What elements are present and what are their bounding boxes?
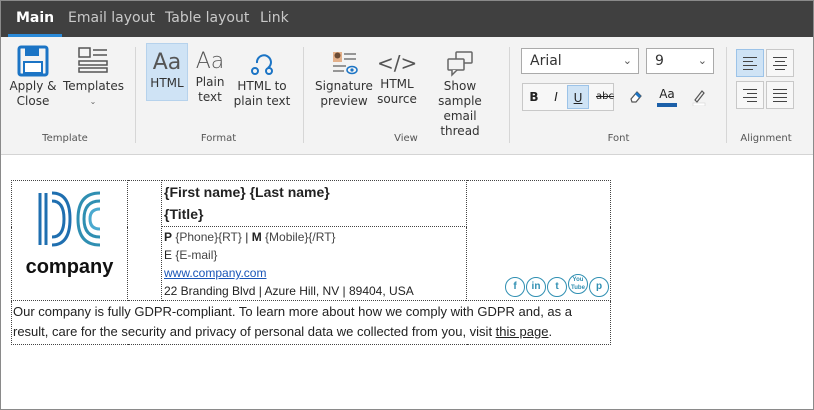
save-icon: [17, 45, 49, 77]
apply-close-label: Apply & Close: [9, 79, 57, 108]
html-to-plain-text-button[interactable]: HTML to plain text: [233, 49, 291, 109]
gdpr-text: Our company is fully GDPR-compliant. To …: [13, 304, 572, 339]
address-line: 22 Branding Blvd | Azure Hill, NV | 8940…: [164, 284, 414, 298]
plain-text-icon: Aa: [195, 49, 225, 74]
font-family-select[interactable]: Arial ⌄: [521, 48, 639, 74]
tab-link[interactable]: Link: [260, 1, 289, 37]
contact-cell: P {Phone}{RT} | M {Mobile}{/RT} E {E-mai…: [161, 226, 467, 301]
font-color-button[interactable]: Aa: [655, 85, 679, 109]
html-source-label: HTML source: [377, 77, 417, 106]
underline-button[interactable]: U: [567, 85, 589, 109]
font-size-select[interactable]: 9 ⌄: [646, 48, 714, 74]
tab-main[interactable]: Main: [7, 1, 63, 37]
signature-preview-icon: [333, 52, 358, 75]
gdpr-end: .: [548, 324, 553, 339]
twitter-icon[interactable]: t: [547, 277, 567, 297]
phone-value: {Phone}{RT}: [175, 230, 242, 244]
html-to-plain-text-label: HTML to plain text: [233, 79, 291, 108]
ribbon-separator: [135, 47, 136, 143]
website-link[interactable]: www.company.com: [164, 266, 266, 280]
align-center-button[interactable]: [766, 49, 794, 77]
facebook-icon[interactable]: f: [505, 277, 525, 297]
html-format-icon: Aa: [152, 50, 182, 75]
alignment-group-label: Alignment: [740, 133, 792, 144]
ribbon-separator: [726, 47, 727, 143]
align-justify-button[interactable]: [766, 81, 794, 109]
linkedin-icon[interactable]: in: [526, 277, 546, 297]
logo-wordmark: company: [25, 256, 114, 278]
phone-prefix: P: [164, 230, 173, 244]
bold-button[interactable]: B: [523, 85, 545, 109]
italic-button[interactable]: I: [545, 85, 567, 109]
youtube-icon[interactable]: You Tube: [568, 274, 588, 294]
tab-bar: Main Email layout Table layout Link: [1, 1, 813, 37]
align-right-button[interactable]: [736, 81, 764, 109]
pen-icon: [692, 90, 706, 107]
tab-email-layout[interactable]: Email layout: [68, 1, 155, 37]
font-color-swatch: [657, 103, 677, 107]
mobile-value: {Mobile}{/RT}: [265, 230, 336, 244]
social-cell: f in tYou Tube p: [466, 180, 611, 301]
templates-button[interactable]: Templates ⌄: [63, 45, 125, 109]
signature-preview-label: Signature preview: [315, 79, 373, 108]
gdpr-link[interactable]: this page: [496, 324, 549, 339]
email-value: {E-mail}: [175, 248, 218, 262]
signature-preview-button[interactable]: Signature preview: [315, 49, 373, 109]
ribbon-separator: [509, 47, 510, 143]
full-name: {First name} {Last name}: [164, 184, 330, 200]
font-size-value: 9: [655, 53, 664, 69]
font-group-label: Font: [607, 133, 630, 144]
pinterest-icon[interactable]: p: [589, 277, 609, 297]
phone-line: P {Phone}{RT} | M {Mobile}{/RT}: [162, 228, 466, 246]
mobile-prefix: M: [251, 230, 262, 244]
chat-bubbles-icon: [447, 51, 473, 77]
signature-table: company {First name} {Last name} {Title}…: [11, 180, 611, 345]
clear-format-button[interactable]: [625, 85, 647, 109]
view-group-label: View: [394, 133, 418, 144]
convert-icon: [251, 54, 273, 75]
eraser-icon: [630, 91, 642, 103]
plain-text-label: Plain text: [195, 75, 225, 104]
font-color-label: Aa: [659, 87, 675, 101]
templates-icon: [78, 47, 108, 73]
templates-label: Templates: [63, 79, 125, 93]
show-sample-thread-button[interactable]: Show sample email thread: [423, 49, 497, 139]
tab-table-layout[interactable]: Table layout: [165, 1, 249, 37]
html-source-button[interactable]: </> HTML source: [377, 49, 417, 107]
highlight-button[interactable]: [687, 85, 711, 109]
ribbon: Apply & Close Templates ⌄ Template Aa HT…: [1, 37, 813, 155]
plain-text-button[interactable]: Aa Plain text: [192, 49, 228, 105]
separator: |: [245, 230, 249, 244]
show-sample-thread-label: Show sample email thread: [438, 79, 482, 138]
email-prefix: E: [164, 248, 173, 262]
company-logo-icon: [38, 191, 100, 247]
chevron-down-icon: ⌄: [89, 97, 97, 106]
name-cell: {First name} {Last name} {Title}: [161, 180, 467, 227]
email-line: E {E-mail}: [162, 246, 466, 264]
ribbon-separator: [303, 47, 304, 143]
website-line: www.company.com: [162, 264, 466, 282]
gdpr-disclaimer: Our company is fully GDPR-compliant. To …: [11, 300, 611, 345]
spacer-cell: [127, 180, 162, 301]
template-group-label: Template: [42, 133, 88, 144]
font-family-value: Arial: [530, 53, 562, 69]
code-icon: </>: [377, 51, 418, 75]
apply-close-button[interactable]: Apply & Close: [9, 45, 57, 109]
html-format-button[interactable]: Aa HTML: [146, 43, 188, 101]
chevron-down-icon: ⌄: [697, 54, 707, 67]
strikethrough-button[interactable]: abc: [593, 85, 617, 109]
job-title: {Title}: [164, 206, 204, 222]
format-group-label: Format: [200, 133, 237, 144]
chevron-down-icon: ⌄: [622, 54, 632, 67]
html-format-label: HTML: [150, 76, 184, 90]
logo-cell: company: [11, 180, 128, 301]
align-left-button[interactable]: [736, 49, 764, 77]
